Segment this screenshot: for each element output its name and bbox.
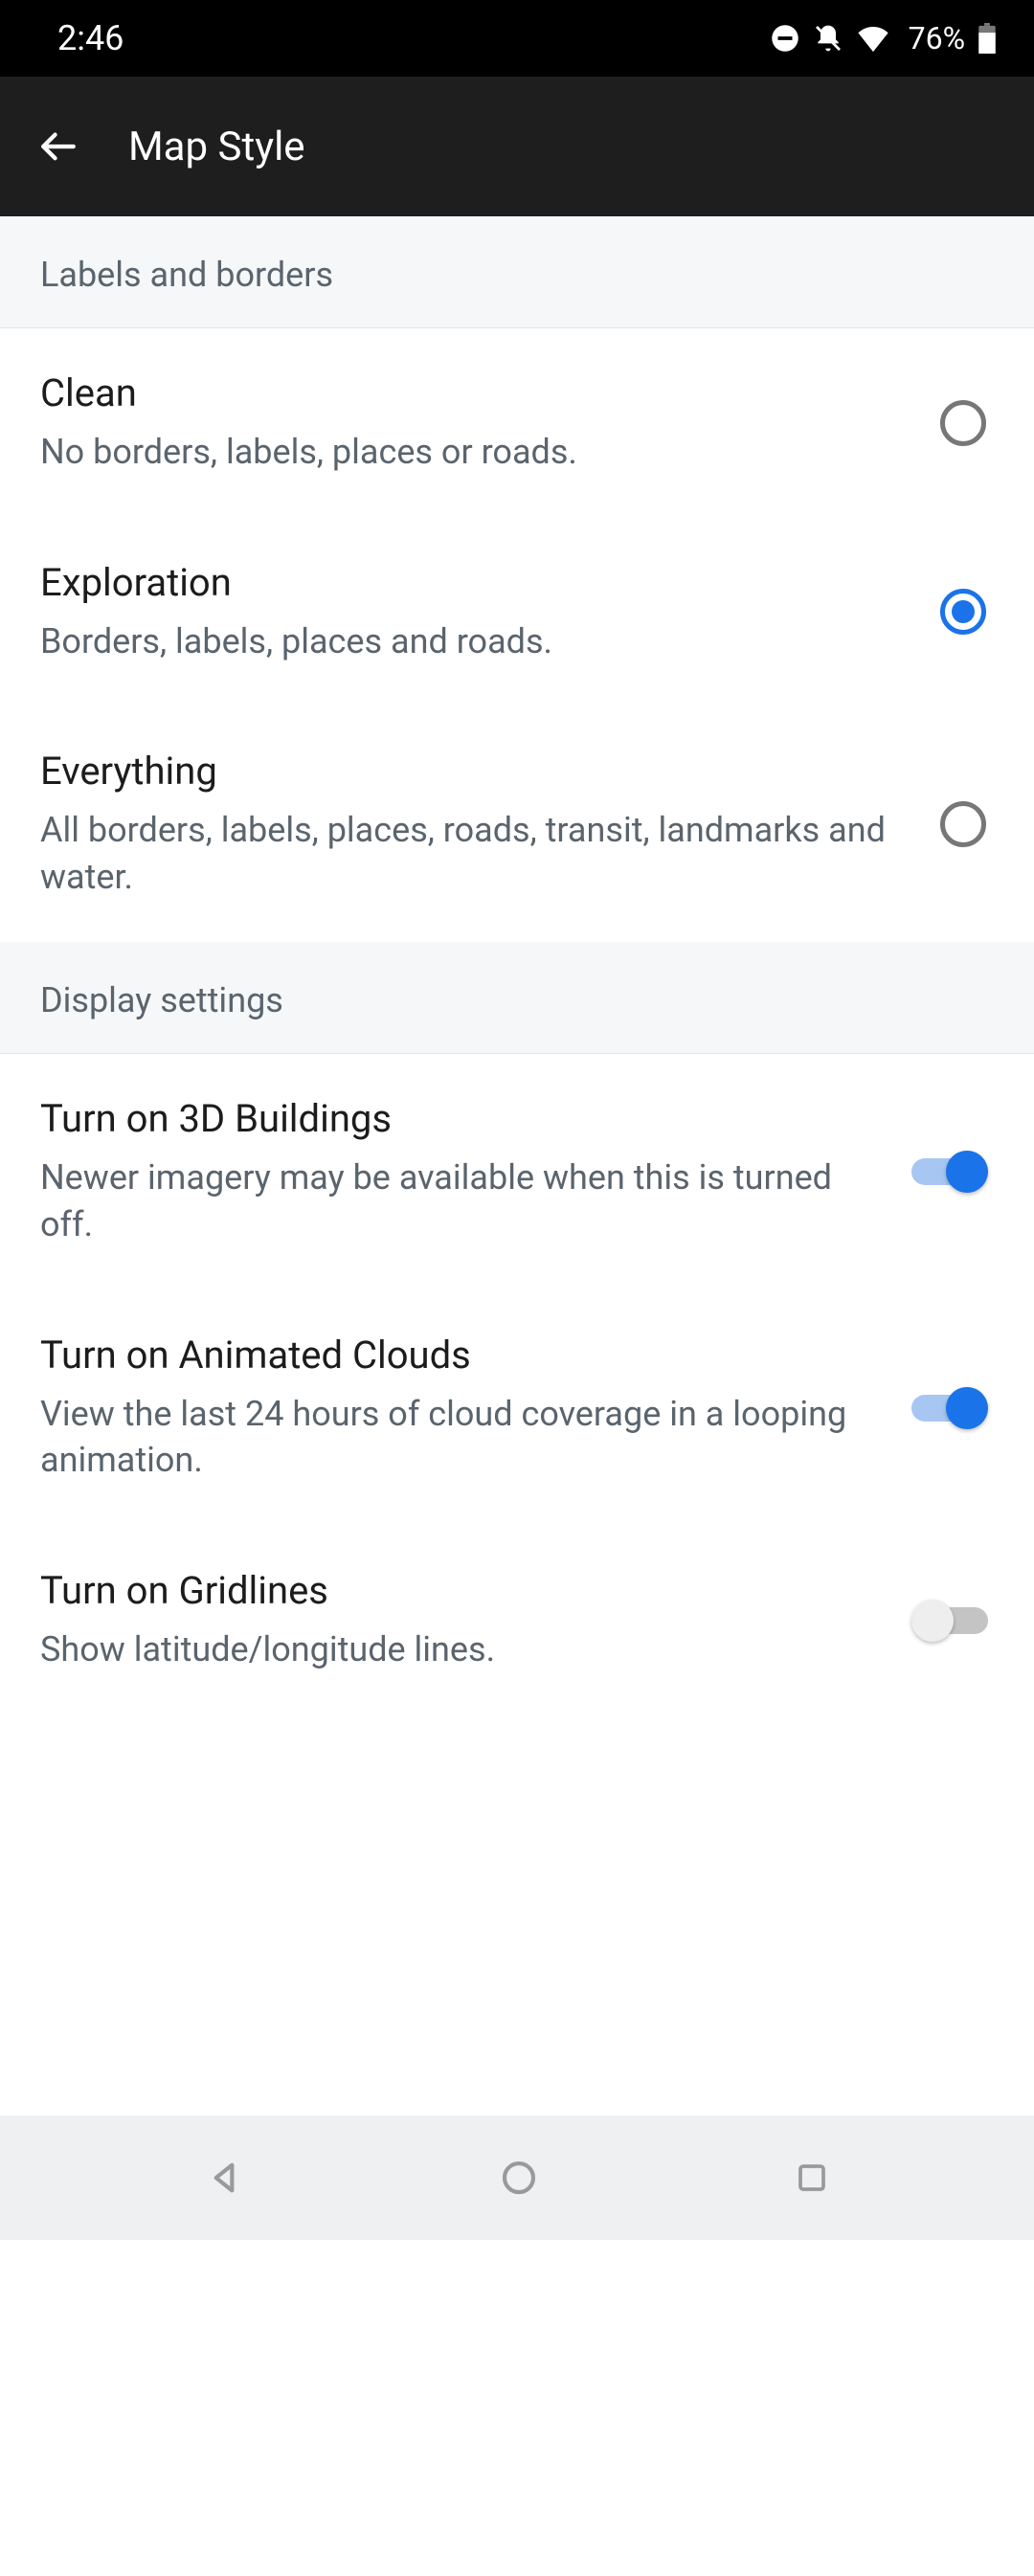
option-subtitle: Newer imagery may be available when this… xyxy=(40,1154,888,1247)
status-time: 2:46 xyxy=(57,18,124,58)
switch-animated-clouds[interactable] xyxy=(911,1387,988,1429)
option-subtitle: Borders, labels, places and roads. xyxy=(40,618,917,665)
option-everything[interactable]: Everything All borders, labels, places, … xyxy=(0,706,1034,942)
option-3d-buildings[interactable]: Turn on 3D Buildings Newer imagery may b… xyxy=(0,1054,1034,1289)
bell-off-icon xyxy=(813,23,843,54)
option-exploration[interactable]: Exploration Borders, labels, places and … xyxy=(0,518,1034,707)
app-bar: Map Style xyxy=(0,77,1034,216)
option-subtitle: No borders, labels, places or roads. xyxy=(40,429,917,476)
option-clean[interactable]: Clean No borders, labels, places or road… xyxy=(0,328,1034,518)
navigation-bar xyxy=(0,2116,1034,2240)
option-title: Turn on Gridlines xyxy=(40,1568,888,1613)
status-bar: 2:46 76% xyxy=(0,0,1034,77)
radio-exploration[interactable] xyxy=(940,589,986,635)
labels-options-list: Clean No borders, labels, places or road… xyxy=(0,328,1034,942)
wifi-icon xyxy=(857,24,889,53)
status-icons: 76% xyxy=(771,20,996,56)
section-header-display: Display settings xyxy=(0,942,1034,1054)
option-animated-clouds[interactable]: Turn on Animated Clouds View the last 24… xyxy=(0,1290,1034,1526)
battery-percent: 76% xyxy=(909,20,965,56)
switch-gridlines[interactable] xyxy=(911,1600,988,1642)
nav-home-button[interactable] xyxy=(500,2159,538,2197)
dnd-icon xyxy=(771,24,799,53)
back-button[interactable] xyxy=(38,126,79,167)
radio-everything[interactable] xyxy=(940,801,986,847)
display-options-list: Turn on 3D Buildings Newer imagery may b… xyxy=(0,1054,1034,1714)
option-title: Turn on Animated Clouds xyxy=(40,1333,888,1378)
nav-recent-button[interactable] xyxy=(795,2161,829,2195)
option-subtitle: All borders, labels, places, roads, tran… xyxy=(40,807,917,900)
battery-icon xyxy=(978,23,996,54)
option-title: Everything xyxy=(40,749,917,794)
option-title: Clean xyxy=(40,370,917,415)
radio-clean[interactable] xyxy=(940,400,986,446)
page-title: Map Style xyxy=(128,123,305,170)
option-title: Exploration xyxy=(40,560,917,605)
option-title: Turn on 3D Buildings xyxy=(40,1096,888,1141)
option-subtitle: View the last 24 hours of cloud coverage… xyxy=(40,1391,888,1484)
nav-back-button[interactable] xyxy=(205,2159,243,2197)
switch-3d-buildings[interactable] xyxy=(911,1151,988,1193)
option-gridlines[interactable]: Turn on Gridlines Show latitude/longitud… xyxy=(0,1526,1034,1715)
option-subtitle: Show latitude/longitude lines. xyxy=(40,1626,888,1673)
section-header-labels: Labels and borders xyxy=(0,216,1034,328)
